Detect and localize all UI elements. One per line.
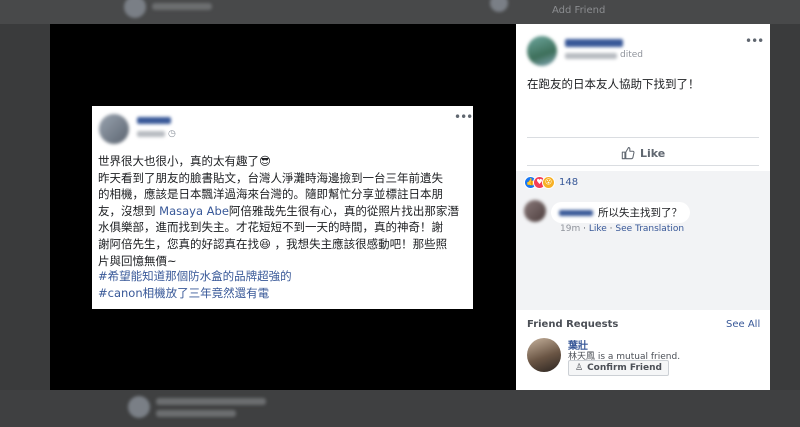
commenter-avatar[interactable] bbox=[524, 200, 546, 222]
poster-timestamp bbox=[565, 53, 617, 59]
comment-time: 19m bbox=[560, 224, 581, 234]
divider bbox=[527, 165, 759, 166]
background-feed-bottom bbox=[0, 390, 800, 427]
see-translation-link[interactable]: See Translation bbox=[615, 224, 684, 234]
globe-icon: ◷ bbox=[168, 129, 176, 139]
post-body: 世界很大也很小，真的太有趣了😎 昨天看到了朋友的臉書貼文，台灣人淨灘時海邊撿到一… bbox=[98, 154, 459, 268]
post-author-name bbox=[137, 117, 171, 124]
more-options-icon: ••• bbox=[454, 110, 473, 124]
reaction-count: 148 bbox=[559, 176, 579, 188]
post-timestamp bbox=[137, 131, 165, 137]
hashtag-link: #canon相機放了三年竟然還有電 bbox=[98, 285, 270, 300]
hashtag-link: #希望能知道那個防水盒的品牌超強的 bbox=[98, 269, 292, 283]
requester-avatar[interactable] bbox=[527, 338, 561, 372]
post-hashtags: #希望能知道那個防水盒的品牌超強的 #canon相機放了三年竟然還有電 bbox=[98, 268, 292, 301]
background-text-bar bbox=[156, 398, 266, 405]
comment-text: 所以失主找到了？ bbox=[598, 207, 682, 219]
background-avatar bbox=[490, 0, 508, 12]
comment-bubble: 所以失主找到了？ bbox=[551, 202, 690, 223]
poster-name[interactable] bbox=[565, 39, 623, 47]
friend-requests-section: Friend Requests See All 葉壯 林天鳳 is a mutu… bbox=[516, 310, 770, 390]
post-author-avatar bbox=[99, 114, 129, 144]
background-avatar bbox=[124, 0, 146, 18]
friend-requests-title: Friend Requests bbox=[527, 319, 619, 330]
comment-like-link[interactable]: Like bbox=[589, 224, 607, 234]
more-options-icon[interactable]: ••• bbox=[745, 34, 764, 48]
photo-post-card: ◷ ••• 世界很大也很小，真的太有趣了😎 昨天看到了朋友的臉書貼文，台灣人淨灘… bbox=[92, 106, 473, 309]
background-add-friend: Add Friend bbox=[552, 5, 606, 16]
wow-reaction-icon: 😮 bbox=[542, 175, 555, 189]
divider bbox=[527, 137, 759, 138]
add-friend-icon: ♙ bbox=[575, 363, 584, 373]
background-feed-top: Add Friend bbox=[0, 0, 800, 24]
comment-actions: 19m · Like · See Translation bbox=[560, 224, 685, 234]
post-side-panel: dited ••• 在跑友的日本友人協助下找到了！ Like 👍 ♥ 😮 148… bbox=[516, 24, 770, 390]
see-all-link[interactable]: See All bbox=[726, 319, 760, 330]
commenter-name[interactable] bbox=[559, 209, 593, 216]
thumbs-up-icon bbox=[621, 147, 635, 160]
background-avatar bbox=[128, 396, 150, 418]
confirm-friend-label: Confirm Friend bbox=[587, 363, 662, 373]
background-text-bar bbox=[156, 410, 236, 417]
confirm-friend-button[interactable]: ♙ Confirm Friend bbox=[568, 360, 669, 376]
like-button[interactable]: Like bbox=[621, 145, 665, 161]
reactions-summary[interactable]: 👍 ♥ 😮 148 bbox=[524, 174, 578, 190]
background-text-bar bbox=[152, 3, 212, 10]
like-label: Like bbox=[640, 146, 666, 160]
post-caption: 在跑友的日本友人協助下找到了！ bbox=[527, 77, 700, 91]
panel-header: dited ••• bbox=[516, 24, 770, 69]
mention-link: Masaya Abe bbox=[159, 203, 229, 218]
poster-avatar[interactable] bbox=[527, 36, 557, 66]
edited-label: dited bbox=[620, 50, 643, 60]
